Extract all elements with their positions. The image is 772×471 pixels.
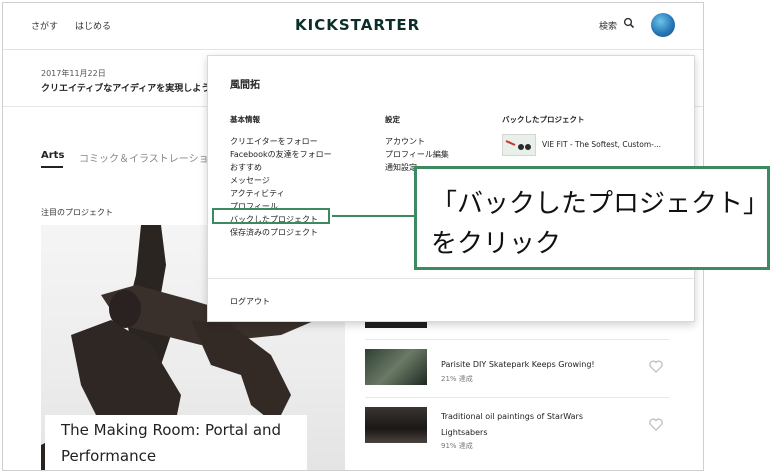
top-navigation-bar: さがす はじめる KICKSTARTER 検索 [3, 3, 703, 50]
date-text: 2017年11月22日 [41, 69, 106, 78]
menu-follow-facebook-friends[interactable]: Facebookの友達をフォロー [230, 149, 332, 160]
headline-text: クリエイティブなアイディアを実現しよう [41, 84, 211, 94]
featured-label: 注目のプロジェクト [41, 208, 113, 217]
project-funded-percent: 91% 達成 [441, 442, 473, 450]
project-list-item[interactable]: Traditional oil paintings of StarWars Li… [365, 397, 669, 454]
backed-project-thumbnail[interactable] [502, 134, 536, 156]
menu-notification-settings[interactable]: 通知設定 [385, 162, 417, 173]
callout-text-line1: 「バックしたプロジェクト」 [431, 189, 770, 219]
earbuds-image [505, 140, 531, 150]
menu-account[interactable]: アカウント [385, 136, 425, 147]
kickstarter-logo[interactable]: KICKSTARTER [295, 16, 420, 34]
heart-icon[interactable] [649, 418, 663, 431]
menu-follow-creators[interactable]: クリエイターをフォロー [230, 136, 318, 147]
nav-start-link[interactable]: はじめる [75, 19, 111, 32]
callout-connector-line [332, 215, 414, 217]
project-title-line2[interactable]: Lightsabers [441, 428, 488, 437]
featured-title-line1: The Making Room: Portal and [61, 421, 282, 439]
project-title[interactable]: Parisite DIY Skatepark Keeps Growing! [441, 360, 595, 369]
category-tab-comics[interactable]: コミック＆イラストレーショ [79, 150, 209, 165]
user-name: 風間拓 [230, 80, 260, 91]
featured-title-line2: Performance [61, 447, 157, 465]
settings-heading: 設定 [385, 115, 400, 124]
menu-edit-profile[interactable]: プロフィール編集 [385, 149, 449, 160]
backed-project-title[interactable]: VIE FIT - The Softest, Custom-... [542, 140, 661, 149]
dropdown-divider [208, 278, 694, 279]
project-thumbnail [365, 407, 427, 443]
heart-icon[interactable] [649, 360, 663, 373]
user-avatar[interactable] [651, 13, 675, 37]
project-list-item[interactable]: Parisite DIY Skatepark Keeps Growing! 21… [365, 339, 669, 396]
instruction-callout: 「バックしたプロジェクト」 をクリック [414, 166, 770, 270]
menu-activity[interactable]: アクティビティ [230, 188, 285, 199]
backed-projects-heading: バックしたプロジェクト [502, 115, 585, 124]
featured-caption-box[interactable]: The Making Room: Portal and Performance [45, 415, 307, 470]
active-tab-underline [41, 166, 63, 168]
project-funded-percent: 21% 達成 [441, 375, 473, 383]
logout-link[interactable]: ログアウト [230, 296, 270, 307]
nav-search-link[interactable]: さがす [31, 19, 58, 32]
basic-info-heading: 基本情報 [230, 115, 260, 124]
project-thumbnail [365, 349, 427, 385]
menu-messages[interactable]: メッセージ [230, 175, 270, 186]
callout-text-line2: をクリック [431, 229, 562, 259]
project-title[interactable]: Traditional oil paintings of StarWars [441, 412, 583, 421]
search-label[interactable]: 検索 [599, 19, 617, 32]
search-icon[interactable] [623, 17, 635, 29]
backed-projects-highlight-box [212, 208, 330, 224]
menu-saved-projects[interactable]: 保存済みのプロジェクト [230, 227, 318, 238]
category-tab-arts[interactable]: Arts [41, 150, 64, 161]
menu-recommended[interactable]: おすすめ [230, 162, 262, 173]
